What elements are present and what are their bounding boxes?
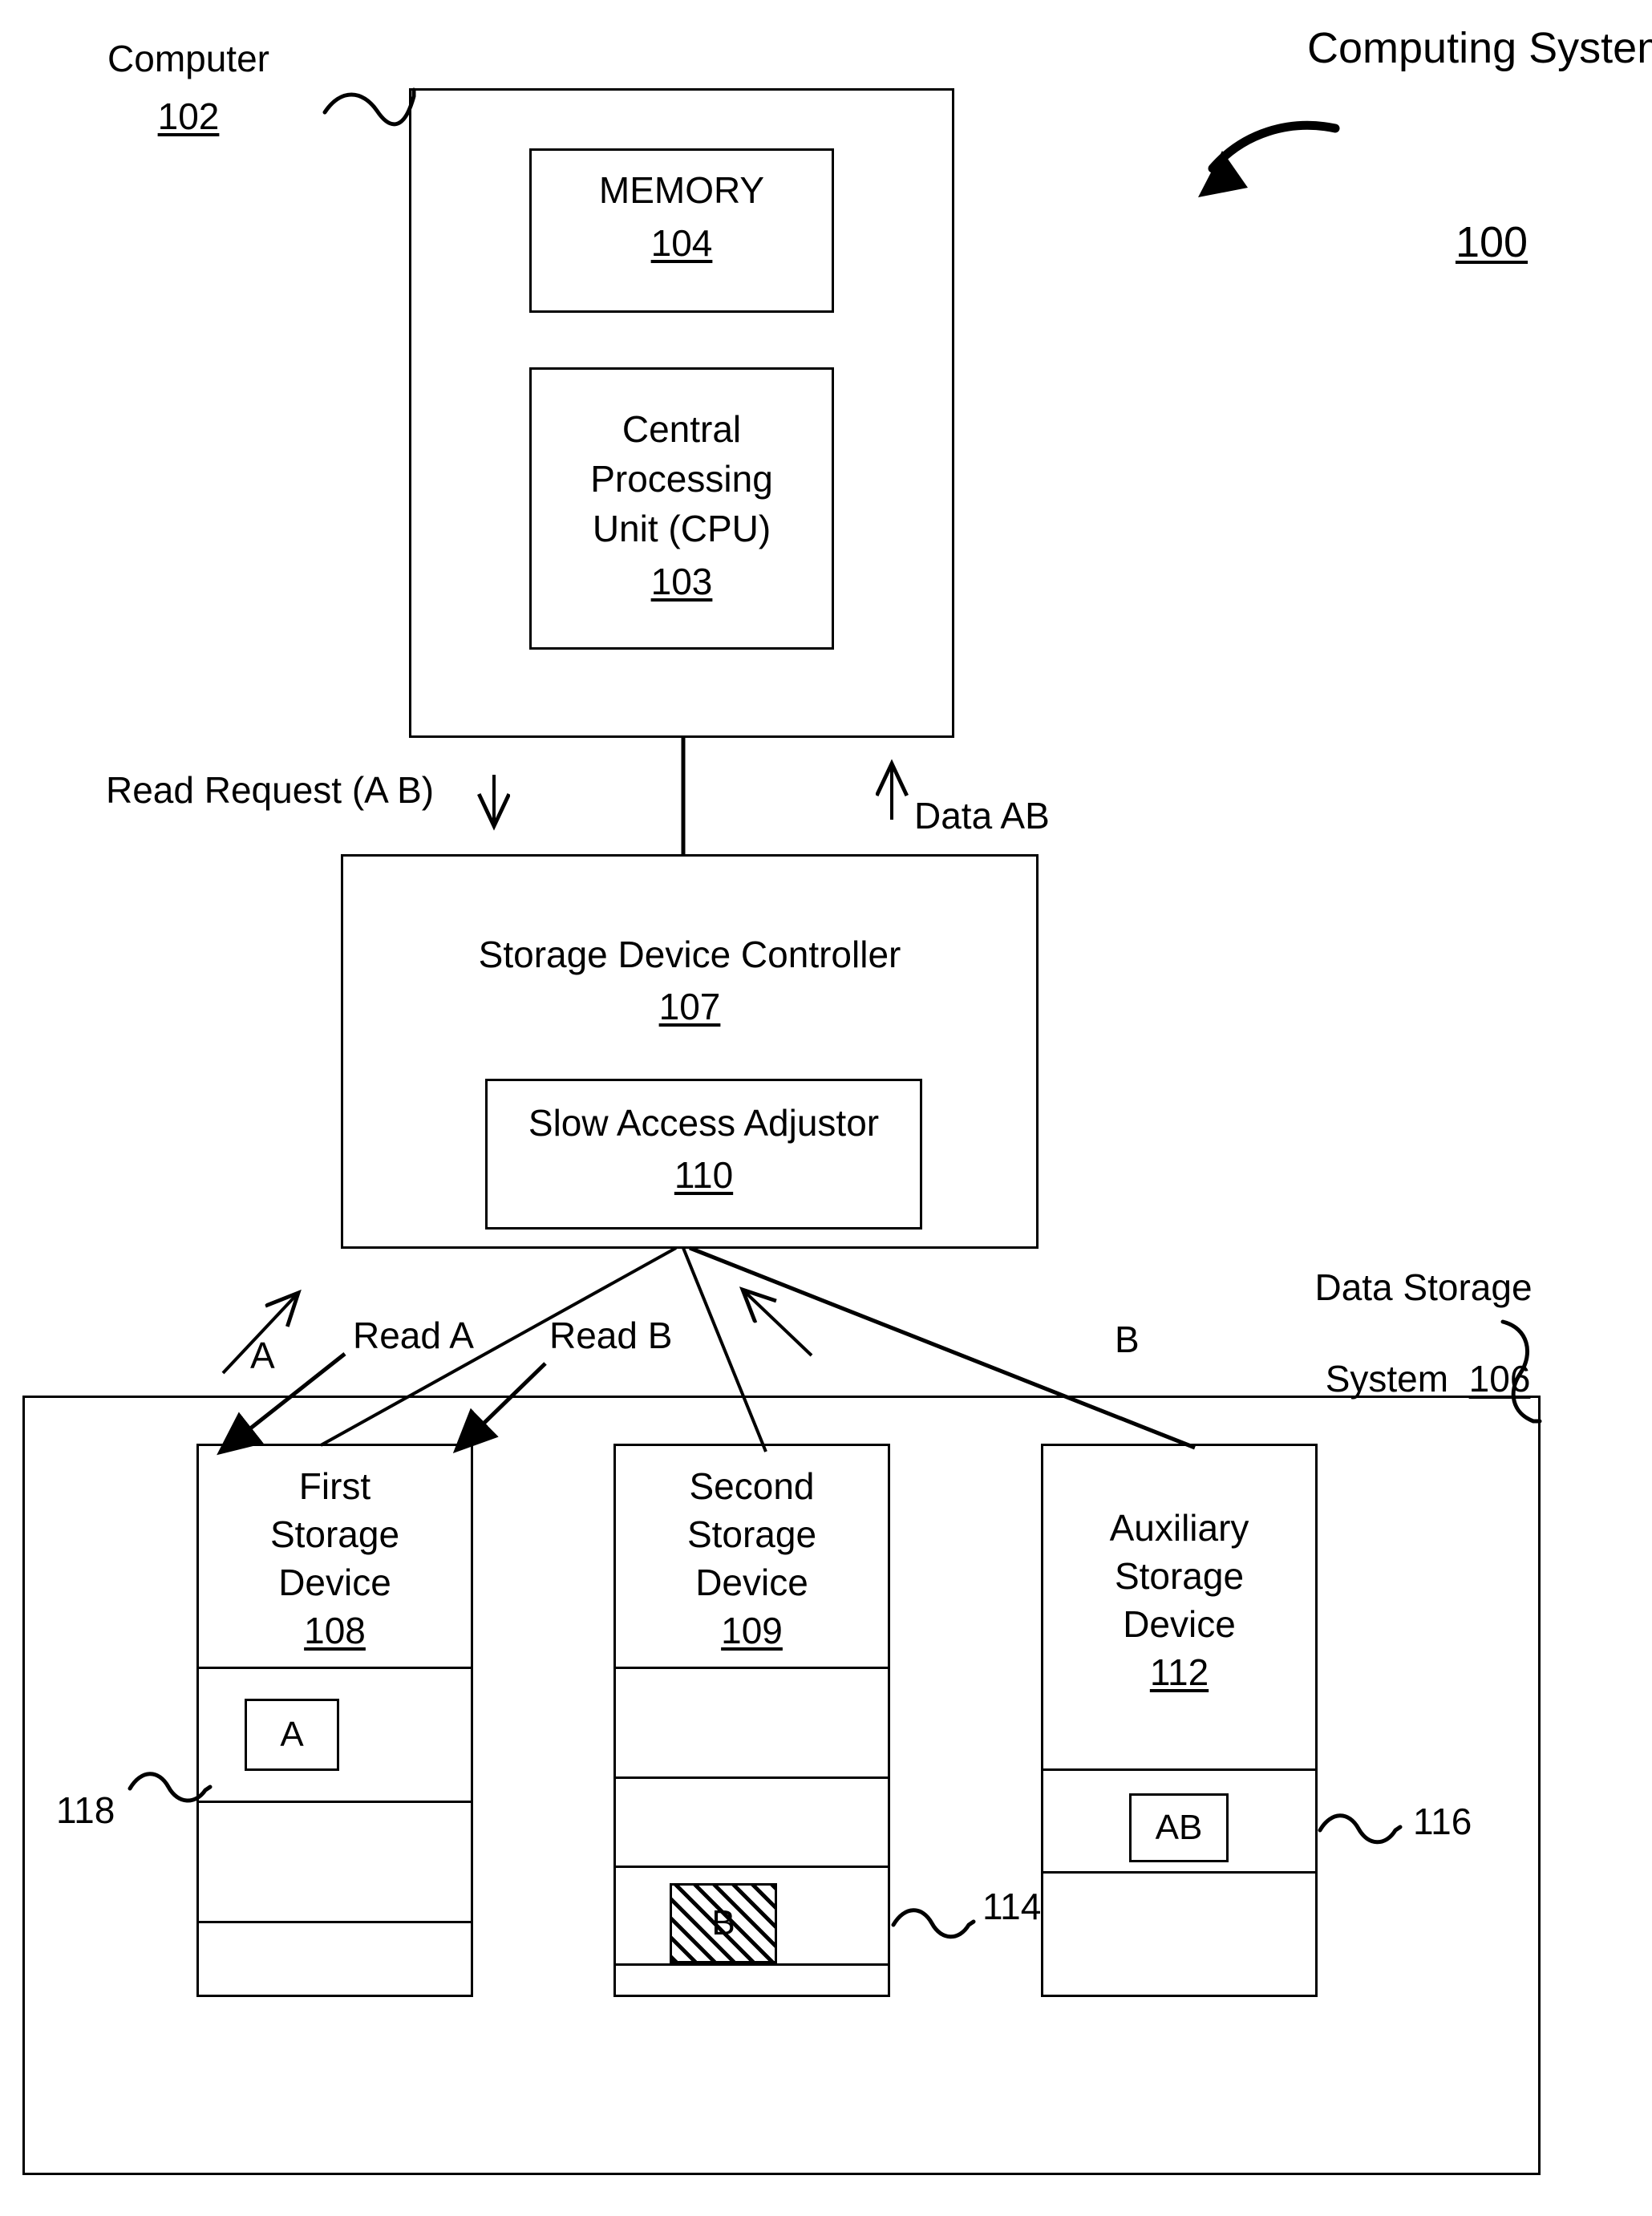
cpu-number: 103 xyxy=(650,561,713,602)
storage-device-controller-label: Storage Device Controller xyxy=(478,934,901,975)
first-storage-device-divider-2 xyxy=(196,1801,473,1803)
first-storage-device-data-block: A xyxy=(245,1699,339,1771)
callout-116: 116 xyxy=(1413,1801,1472,1842)
second-storage-device-label-line3: Device xyxy=(695,1562,808,1603)
second-storage-device-number: 109 xyxy=(721,1610,783,1651)
cpu-label-line3: Unit (CPU) xyxy=(592,508,771,549)
label-b-leader xyxy=(743,1290,813,1357)
first-storage-device-number: 108 xyxy=(304,1610,366,1651)
data-storage-system-label-line1: Data Storage xyxy=(1314,1266,1533,1308)
second-storage-device-divider-3 xyxy=(613,1866,890,1868)
callout-114: 114 xyxy=(982,1886,1042,1927)
figure-title-number: 100 xyxy=(1307,170,1628,315)
first-storage-device-label-line3: Device xyxy=(278,1562,391,1603)
computer-label: Computer xyxy=(107,38,269,79)
flow-label-read-b: Read B xyxy=(549,1315,673,1356)
read-request-label: Read Request (A B) xyxy=(106,769,435,811)
computing-system-arrowhead xyxy=(1198,151,1248,197)
second-storage-device-label-line1: Second xyxy=(689,1465,815,1507)
second-storage-device-data-block: B xyxy=(670,1883,777,1963)
cpu-label-line2: Processing xyxy=(590,458,773,500)
callout-118: 118 xyxy=(56,1789,115,1831)
cpu-label-line1: Central xyxy=(622,408,742,450)
second-storage-device-label-line2: Storage xyxy=(686,1513,817,1555)
data-storage-system-label-word: System xyxy=(1325,1357,1449,1400)
data-ab-label: Data AB xyxy=(914,795,1050,837)
computer-number: 102 xyxy=(157,95,220,137)
auxiliary-storage-device-divider-1 xyxy=(1041,1768,1318,1771)
second-storage-device-divider-2 xyxy=(613,1776,890,1779)
patent-figure-page: Computer 102 MEMORY 104 Central Processi… xyxy=(0,0,1652,2216)
memory-label: MEMORY xyxy=(598,169,765,211)
second-storage-device-divider-1 xyxy=(613,1667,890,1669)
data-storage-system-number: 106 xyxy=(1468,1357,1531,1400)
flow-label-a: A xyxy=(250,1335,275,1376)
auxiliary-storage-device-label-line2: Storage xyxy=(1114,1555,1245,1597)
first-storage-device-label-line2: Storage xyxy=(269,1513,400,1555)
slow-access-adjustor-number: 110 xyxy=(674,1154,734,1196)
storage-device-controller-number: 107 xyxy=(658,986,721,1027)
memory-number: 104 xyxy=(650,222,713,264)
auxiliary-storage-device-divider-2 xyxy=(1041,1871,1318,1874)
second-storage-device-data-block-label: B xyxy=(711,1903,735,1943)
auxiliary-storage-device-data-block-label: AB xyxy=(1155,1808,1203,1847)
second-storage-device-divider-4 xyxy=(613,1963,890,1966)
flow-label-b: B xyxy=(1115,1319,1140,1360)
first-storage-device-divider-1 xyxy=(196,1667,473,1669)
slow-access-adjustor-label: Slow Access Adjustor xyxy=(528,1102,880,1144)
first-storage-device-label-line1: First xyxy=(298,1465,371,1507)
first-storage-device-divider-3 xyxy=(196,1921,473,1923)
auxiliary-storage-device-number: 112 xyxy=(1149,1651,1209,1693)
figure-title-number-value: 100 xyxy=(1455,218,1529,267)
auxiliary-storage-device-label-line3: Device xyxy=(1123,1603,1236,1645)
first-storage-device-data-block-label: A xyxy=(280,1715,304,1754)
computing-system-arrow xyxy=(1208,120,1340,173)
figure-title-line1: Computing System xyxy=(1307,24,1652,72)
flow-label-read-a: Read A xyxy=(353,1315,474,1356)
auxiliary-storage-device-label-line1: Auxiliary xyxy=(1109,1507,1249,1549)
computer-leader-squiggle xyxy=(322,87,416,127)
auxiliary-storage-device-data-block: AB xyxy=(1129,1793,1229,1862)
